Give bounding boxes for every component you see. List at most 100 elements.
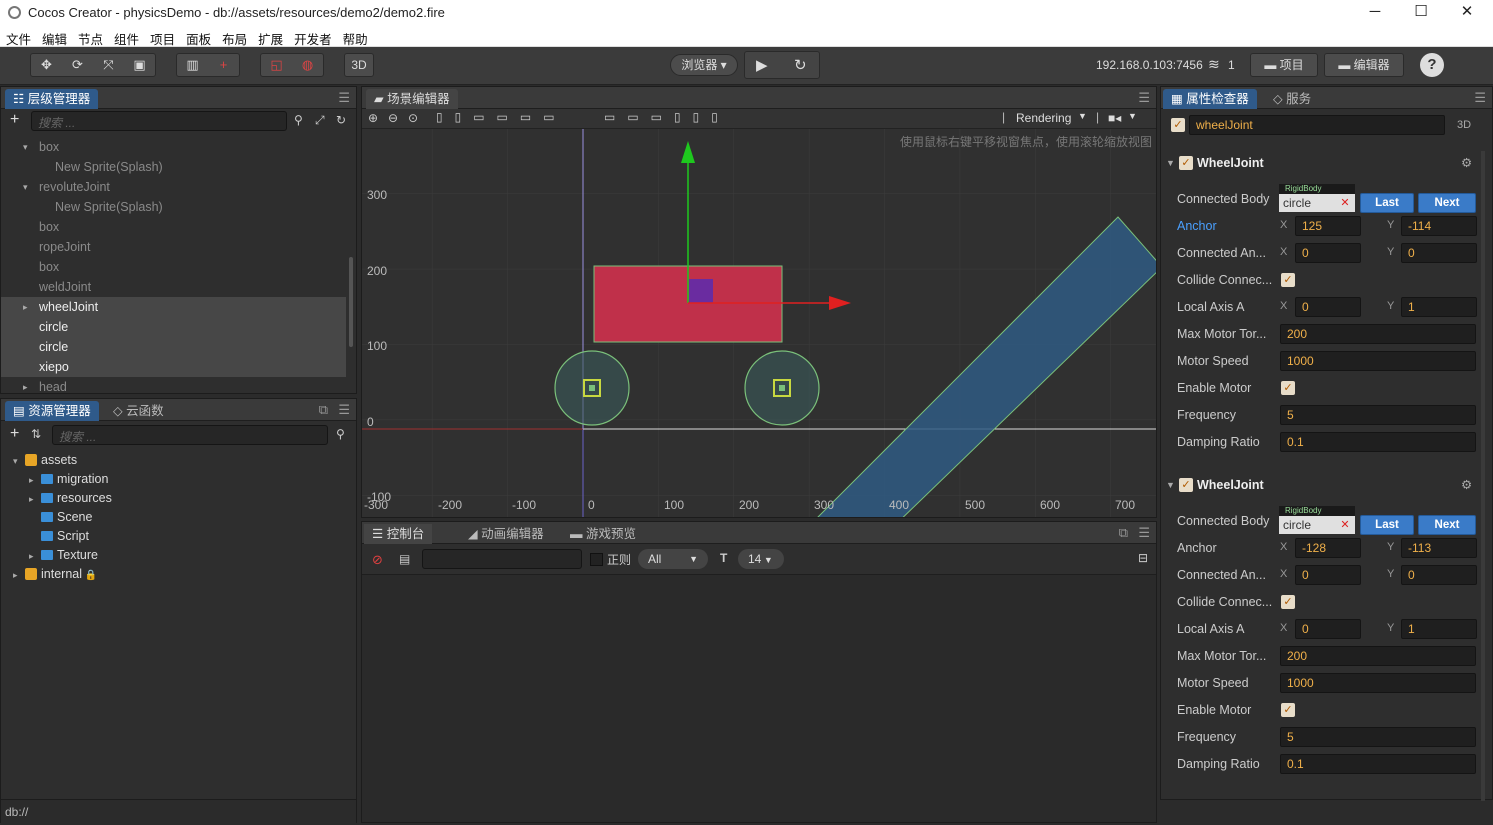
chevron-down-icon[interactable]: ▾	[23, 177, 28, 197]
tree-node[interactable]: ▾ box	[1, 137, 346, 157]
panel-menu-icon[interactable]: ☰	[1474, 90, 1486, 106]
add-asset-button[interactable]: +	[10, 425, 19, 443]
node-active-checkbox[interactable]: ✓	[1171, 118, 1185, 132]
axis-x-input[interactable]: 0	[1295, 619, 1361, 639]
damping-input[interactable]: 0.1	[1280, 432, 1476, 452]
asset-item[interactable]: ▸ Texture	[29, 546, 98, 565]
component-enabled-checkbox[interactable]: ✓	[1179, 156, 1193, 170]
open-editor-button[interactable]: ▬ 编辑器	[1324, 53, 1404, 77]
help-button[interactable]: ?	[1420, 53, 1444, 77]
ca-x-input[interactable]: 0	[1295, 243, 1361, 263]
max-motor-input[interactable]: 200	[1280, 646, 1476, 666]
panel-menu-icon[interactable]: ☰	[338, 402, 350, 418]
search-icon[interactable]: ⚲	[294, 113, 303, 127]
maximize-panel-icon[interactable]: ⧉	[319, 402, 328, 418]
tree-node[interactable]: ▾ revoluteJoint	[1, 177, 346, 197]
zoom-reset-icon[interactable]: ⊙	[408, 111, 418, 125]
axis-y-input[interactable]: 1	[1401, 619, 1477, 639]
move-tool-icon[interactable]: ✥	[31, 54, 62, 76]
pivot-icon[interactable]: ▥	[177, 54, 208, 76]
tree-node[interactable]: box	[1, 257, 346, 277]
tree-node[interactable]: ▸ wheelJoint	[1, 297, 346, 317]
assets-search-input[interactable]: 搜索 ...	[52, 425, 328, 445]
tab-animation[interactable]: ◢ 动画编辑器	[460, 524, 552, 544]
enable-motor-checkbox[interactable]: ✓	[1281, 381, 1295, 395]
component-header[interactable]: ▼ ✓ WheelJoint ⚙	[1161, 473, 1479, 497]
motor-speed-input[interactable]: 1000	[1280, 673, 1476, 693]
clear-console-icon[interactable]: ⊘	[372, 552, 383, 568]
menu-project[interactable]: 项目	[144, 26, 180, 48]
menu-edit[interactable]: 编辑	[36, 26, 72, 48]
minimize-button[interactable]: ─	[1352, 0, 1398, 26]
console-filter-input[interactable]	[422, 549, 582, 569]
menu-layout[interactable]: 布局	[216, 26, 252, 48]
tree-node[interactable]: xiepo	[1, 357, 346, 377]
anchor-x-input[interactable]: 125	[1295, 216, 1361, 236]
node-name-input[interactable]: wheelJoint	[1189, 115, 1445, 135]
inspector-scrollbar[interactable]	[1481, 151, 1485, 801]
ca-x-input[interactable]: 0	[1295, 565, 1361, 585]
align-tools-icon[interactable]: ▯▯▭▭▭▭	[436, 110, 567, 124]
menu-component[interactable]: 组件	[108, 26, 144, 48]
gear-icon[interactable]: ⚙	[1461, 473, 1472, 497]
last-button[interactable]: Last	[1360, 193, 1414, 213]
rect-tool-icon[interactable]: ▣	[124, 54, 155, 76]
chevron-down-icon[interactable]: ▾	[13, 452, 25, 471]
tab-service[interactable]: ◇ 服务	[1265, 89, 1319, 109]
scale-tool-icon[interactable]: ⤧	[93, 54, 124, 76]
panel-menu-icon[interactable]: ☰	[1138, 90, 1150, 106]
distribute-tools-icon[interactable]: ▭▭▭▯▯▯	[604, 110, 730, 124]
anchor-x-input[interactable]: -128	[1295, 538, 1361, 558]
frequency-input[interactable]: 5	[1280, 405, 1476, 425]
tab-game-preview[interactable]: ▬ 游戏预览	[562, 524, 644, 544]
maximize-button[interactable]: ☐	[1398, 0, 1444, 26]
tab-console[interactable]: ☰ 控制台	[364, 524, 433, 544]
chevron-down-icon[interactable]: ▼	[1128, 111, 1137, 121]
tree-node[interactable]: ▸ head	[1, 377, 346, 397]
browser-select[interactable]: 浏览器 ▾	[670, 54, 738, 76]
clear-body-icon[interactable]: ✕	[1335, 516, 1355, 534]
regex-checkbox[interactable]	[590, 553, 603, 566]
frequency-input[interactable]: 5	[1280, 727, 1476, 747]
chevron-right-icon[interactable]: ▸	[29, 490, 41, 509]
tree-node[interactable]: box	[1, 217, 346, 237]
mode-3d-toggle[interactable]: 3D	[1457, 119, 1471, 131]
motor-speed-input[interactable]: 1000	[1280, 351, 1476, 371]
asset-item[interactable]: ▸ internal 🔒	[13, 565, 97, 584]
sort-icon[interactable]: ⇅	[31, 427, 41, 441]
asset-item[interactable]: Script	[29, 527, 89, 546]
tree-node[interactable]: ropeJoint	[1, 237, 346, 257]
tab-hierarchy[interactable]: ☷ 层级管理器	[5, 89, 99, 109]
last-button[interactable]: Last	[1360, 515, 1414, 535]
max-motor-input[interactable]: 200	[1280, 324, 1476, 344]
collide-checkbox[interactable]: ✓	[1281, 595, 1295, 609]
chevron-right-icon[interactable]: ▸	[29, 547, 41, 566]
open-log-icon[interactable]: ▤	[399, 552, 410, 566]
menu-help[interactable]: 帮助	[337, 26, 373, 48]
damping-input[interactable]: 0.1	[1280, 754, 1476, 774]
chevron-right-icon[interactable]: ▸	[23, 377, 28, 397]
rotate-tool-icon[interactable]: ⟳	[62, 54, 93, 76]
panel-menu-icon[interactable]: ☰	[338, 90, 350, 106]
chevron-down-icon[interactable]: ▼	[1166, 151, 1175, 175]
ca-y-input[interactable]: 0	[1401, 243, 1477, 263]
camera-icon[interactable]: ■◂	[1108, 111, 1121, 125]
close-button[interactable]: ✕	[1444, 0, 1490, 26]
locate-icon[interactable]: ⤢	[315, 113, 325, 128]
connected-body-field[interactable]: circle	[1279, 516, 1335, 534]
tree-node[interactable]: New Sprite(Splash)	[1, 197, 346, 217]
axis-x-input[interactable]: 0	[1295, 297, 1361, 317]
tree-node[interactable]: New Sprite(Splash)	[1, 157, 346, 177]
asset-item[interactable]: Scene	[29, 508, 92, 527]
mode-3d-button[interactable]: 3D	[344, 53, 374, 77]
clear-body-icon[interactable]: ✕	[1335, 194, 1355, 212]
asset-item[interactable]: ▸ migration	[29, 470, 108, 489]
collapse-icon[interactable]: ⊟	[1138, 551, 1148, 565]
center-icon[interactable]: +	[208, 54, 239, 76]
component-header[interactable]: ▼ ✓ WheelJoint ⚙	[1161, 151, 1479, 175]
global-coord-icon[interactable]: ◍	[292, 54, 323, 76]
chevron-right-icon[interactable]: ▸	[29, 471, 41, 490]
local-coord-icon[interactable]: ◱	[261, 54, 292, 76]
scene-viewport[interactable]	[362, 129, 1156, 517]
ca-y-input[interactable]: 0	[1401, 565, 1477, 585]
